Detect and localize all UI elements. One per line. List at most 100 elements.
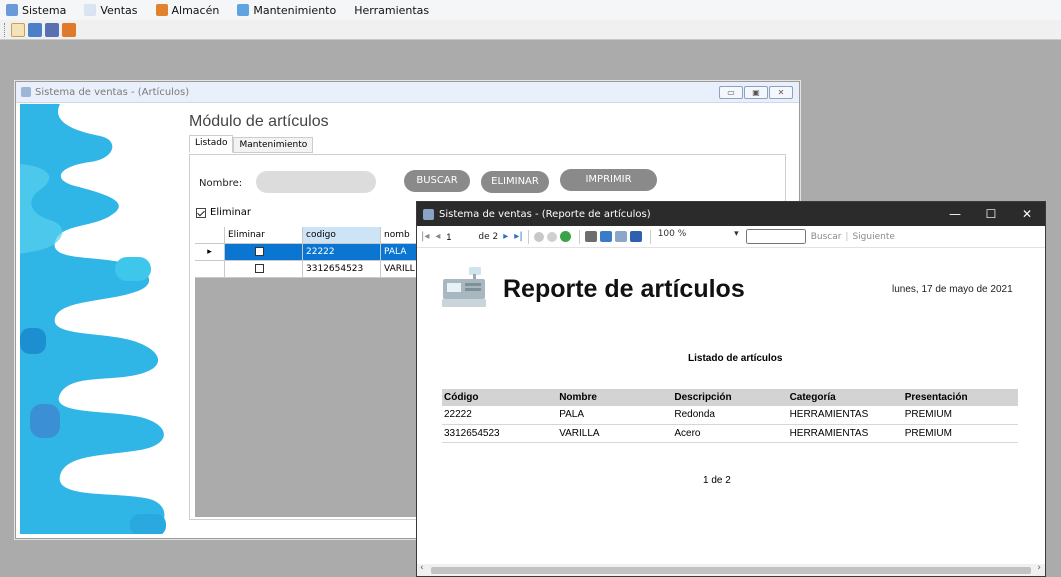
system-icon (6, 4, 18, 16)
cell-codigo[interactable]: 22222 (303, 244, 381, 261)
page-setup-icon[interactable] (614, 231, 627, 242)
horizontal-scrollbar[interactable]: ‹ › (417, 563, 1045, 576)
cell-nombre[interactable]: VARILL (381, 261, 421, 278)
row-selector[interactable] (195, 261, 225, 278)
menu-label: Ventas (100, 3, 138, 17)
zoom-select[interactable]: 100 % ▾ (656, 229, 741, 244)
restore-button[interactable]: ▣ (744, 86, 768, 99)
cell-categoria: HERRAMIENTAS (787, 424, 903, 443)
find-input[interactable] (745, 229, 806, 244)
table-row: 3312654523 VARILLA Acero HERRAMIENTAS PR… (442, 424, 1018, 443)
menu-mantenimiento[interactable]: Mantenimiento (237, 4, 336, 17)
report-toolbar: |◂ ◂ de 2 ▸ ▸| 100 % ▾ Buscar | Siguient… (417, 226, 1045, 248)
window-title: Sistema de ventas - (Reporte de artículo… (439, 208, 651, 220)
new-doc-icon[interactable] (11, 22, 25, 37)
cell-descripcion: Acero (672, 424, 788, 443)
warehouse-icon (155, 4, 168, 16)
eliminar-checkbox-label: Eliminar (210, 207, 251, 218)
report-page-indicator: 1 de 2 (703, 475, 731, 486)
report-header-row: Código Nombre Descripción Categoría Pres… (442, 389, 1018, 406)
table-row[interactable]: 3312654523 VARILL (195, 261, 421, 278)
eliminar-button[interactable]: ELIMINAR (481, 171, 549, 193)
cell-nombre: VARILLA (557, 424, 673, 443)
find-next-link[interactable]: Siguiente (852, 232, 894, 242)
cell-codigo[interactable]: 3312654523 (303, 261, 381, 278)
module-title: Módulo de artículos (189, 113, 329, 130)
page-number-input[interactable] (446, 229, 477, 244)
stop-icon[interactable] (546, 231, 557, 242)
minimize-button[interactable]: ▭ (719, 86, 743, 99)
menu-label: Sistema (22, 3, 67, 17)
row-checkbox[interactable] (255, 247, 264, 256)
cell-descripcion: Redonda (672, 406, 788, 425)
database-icon[interactable] (45, 22, 59, 37)
report-page: Reporte de artículos lunes, 17 de mayo d… (417, 249, 1045, 564)
find-separator: | (845, 231, 849, 242)
cell-codigo: 22222 (442, 406, 558, 425)
table-row[interactable]: ▸ 22222 PALA (195, 244, 421, 261)
report-table: Código Nombre Descripción Categoría Pres… (442, 389, 1018, 443)
window-icon (423, 208, 434, 220)
toolbar-grip[interactable] (4, 22, 7, 37)
tab-mantenimiento[interactable]: Mantenimiento (233, 137, 314, 153)
cell-nombre[interactable]: PALA (381, 244, 421, 261)
header-codigo: Código (442, 389, 558, 406)
menu-almacen[interactable]: Almacén (155, 3, 220, 17)
monitor-icon[interactable] (28, 22, 42, 37)
export-icon[interactable] (629, 231, 642, 242)
row-selector-icon[interactable]: ▸ (195, 244, 225, 261)
refresh-icon[interactable] (559, 231, 571, 242)
menu-label: Almacén (171, 3, 220, 17)
scroll-thumb[interactable] (431, 567, 1031, 574)
report-window: Sistema de ventas - (Reporte de artículo… (416, 201, 1046, 577)
cell-presentacion: PREMIUM (902, 406, 1018, 425)
report-subtitle: Listado de artículos (688, 353, 783, 364)
maximize-button[interactable]: ☐ (973, 202, 1009, 226)
close-button[interactable]: ✕ (769, 86, 793, 99)
header-nombre: Nombre (557, 389, 673, 406)
col-eliminar[interactable]: Eliminar (225, 227, 303, 244)
back-icon[interactable] (533, 231, 544, 242)
menu-label: Mantenimiento (253, 3, 337, 17)
col-nombre[interactable]: nomb (381, 227, 421, 244)
decorative-wave-panel (20, 104, 176, 534)
report-heading: Reporte de artículos (503, 275, 745, 303)
eliminar-checkbox[interactable] (196, 207, 206, 218)
buscar-button[interactable]: BUSCAR (404, 170, 470, 192)
page-count-label: de 2 (478, 231, 499, 242)
menu-sistema[interactable]: Sistema (6, 4, 66, 17)
col-codigo[interactable]: codigo (303, 227, 381, 244)
tab-listado[interactable]: Listado (189, 135, 234, 153)
chevron-down-icon: ▾ (734, 229, 739, 239)
find-link[interactable]: Buscar (811, 232, 842, 242)
prev-page-icon[interactable]: ◂ (435, 231, 440, 242)
grid-header-row: Eliminar codigo nomb (195, 227, 421, 244)
minimize-button[interactable]: — (937, 202, 973, 226)
header-presentacion: Presentación (902, 389, 1018, 406)
cell-eliminar[interactable] (225, 261, 303, 278)
close-button[interactable]: ✕ (1009, 202, 1045, 226)
scroll-right-icon[interactable]: › (1037, 563, 1041, 573)
nombre-input[interactable] (256, 171, 376, 193)
last-page-icon[interactable]: ▸| (514, 231, 522, 242)
print-layout-icon[interactable] (599, 231, 612, 242)
cell-eliminar[interactable] (225, 244, 303, 261)
toolbar-separator (527, 229, 529, 244)
eliminar-checkbox-row[interactable]: Eliminar (196, 207, 251, 218)
first-page-icon[interactable]: |◂ (421, 231, 429, 242)
menu-ventas[interactable]: Ventas (84, 3, 138, 17)
grid-corner (195, 227, 225, 244)
articles-titlebar[interactable]: Sistema de ventas - (Artículos) ▭ ▣ ✕ (16, 82, 799, 103)
next-page-icon[interactable]: ▸ (503, 231, 508, 242)
table-row: 22222 PALA Redonda HERRAMIENTAS PREMIUM (442, 406, 1018, 425)
main-toolbar (0, 20, 1061, 40)
header-categoria: Categoría (787, 389, 903, 406)
cart-icon (84, 4, 97, 16)
menu-herramientas[interactable]: Herramientas (354, 4, 429, 17)
cell-nombre: PALA (557, 406, 673, 425)
imprimir-button[interactable]: IMPRIMIR (560, 169, 657, 191)
box-icon[interactable] (62, 22, 76, 37)
scroll-left-icon[interactable]: ‹ (420, 563, 424, 573)
print-icon[interactable] (584, 231, 597, 242)
row-checkbox[interactable] (255, 264, 264, 273)
